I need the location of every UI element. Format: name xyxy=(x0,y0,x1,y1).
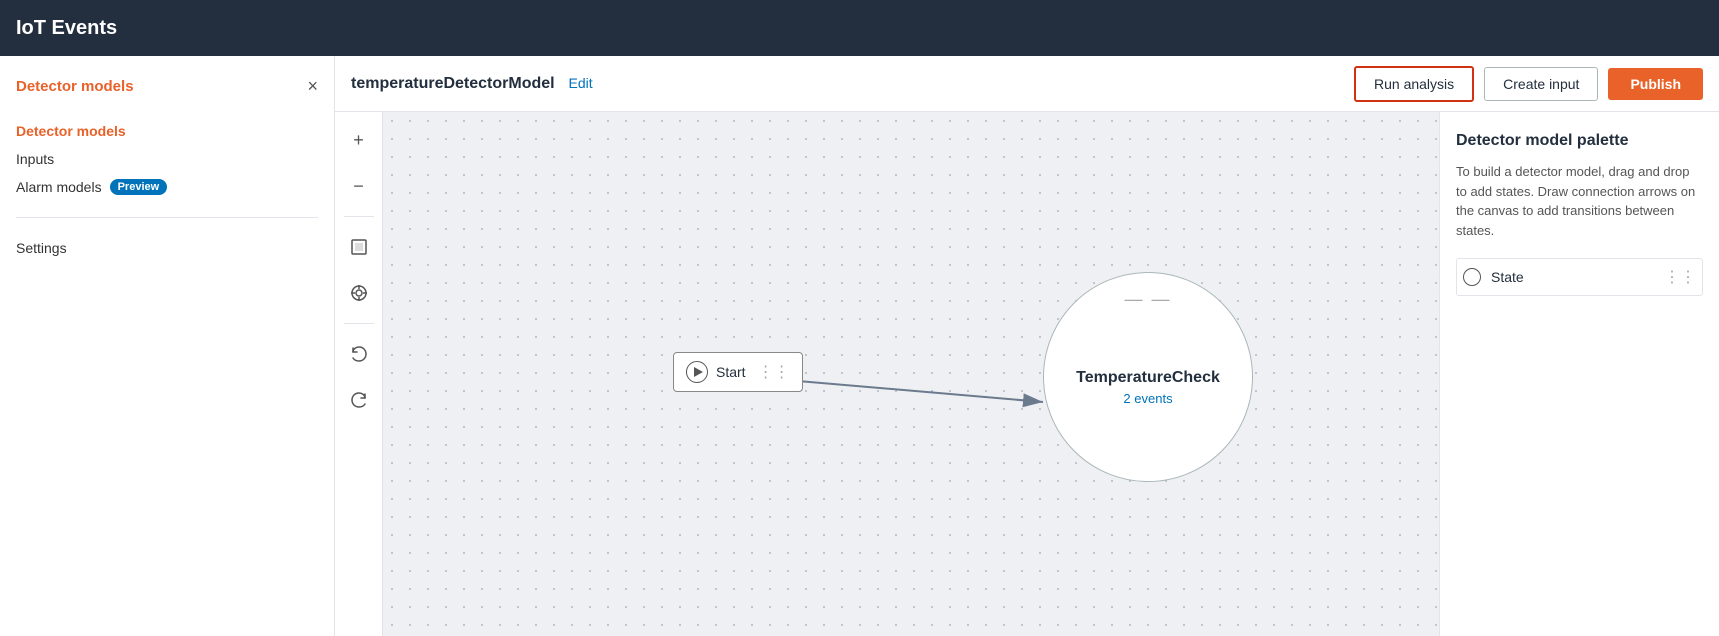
settings-label: Settings xyxy=(16,240,67,256)
main-layout: Detector models × Detector models Inputs… xyxy=(0,56,1719,636)
state-node-handle: — — xyxy=(1124,289,1171,310)
sidebar-item-inputs[interactable]: Inputs xyxy=(16,145,318,173)
target-icon xyxy=(350,284,368,302)
create-input-button[interactable]: Create input xyxy=(1484,67,1598,101)
sidebar-title: Detector models xyxy=(16,78,134,95)
sidebar-item-settings[interactable]: Settings xyxy=(16,234,318,262)
state-node[interactable]: — — TemperatureCheck 2 events xyxy=(1043,272,1253,482)
redo-icon xyxy=(350,391,368,409)
sidebar: Detector models × Detector models Inputs… xyxy=(0,56,335,636)
content-area: temperatureDetectorModel Edit Run analys… xyxy=(335,56,1719,636)
state-node-name: TemperatureCheck xyxy=(1076,369,1220,387)
undo-icon xyxy=(350,345,368,363)
sidebar-header: Detector models × xyxy=(16,76,318,97)
redo-button[interactable] xyxy=(343,384,375,416)
target-button[interactable] xyxy=(343,277,375,309)
model-name: temperatureDetectorModel xyxy=(351,75,555,92)
fit-icon xyxy=(350,238,368,256)
palette-drag-icon: ⋮⋮ xyxy=(1664,267,1696,287)
palette-state-label: State xyxy=(1491,269,1654,285)
palette-state-item[interactable]: State ⋮⋮ xyxy=(1456,258,1703,296)
zoom-out-button[interactable]: − xyxy=(343,170,375,202)
canvas-arrow-svg xyxy=(383,112,1439,636)
state-node-events[interactable]: 2 events xyxy=(1123,391,1172,406)
inputs-label: Inputs xyxy=(16,151,54,167)
top-bar: IoT Events xyxy=(0,0,1719,56)
start-play-icon xyxy=(686,361,708,383)
content-header: temperatureDetectorModel Edit Run analys… xyxy=(335,56,1719,112)
palette-state-radio-icon xyxy=(1463,268,1481,286)
start-node[interactable]: Start ⋮⋮ xyxy=(673,352,803,392)
edit-link[interactable]: Edit xyxy=(569,75,593,91)
zoom-in-button[interactable]: + xyxy=(343,124,375,156)
toolbar-divider-1 xyxy=(344,216,374,217)
canvas[interactable]: Start ⋮⋮ — — TemperatureCheck 2 events xyxy=(383,112,1439,636)
canvas-toolbar: + − xyxy=(335,112,383,636)
palette-title: Detector model palette xyxy=(1456,132,1703,150)
undo-button[interactable] xyxy=(343,338,375,370)
detector-models-label: Detector models xyxy=(16,123,126,139)
sidebar-divider xyxy=(16,217,318,218)
sidebar-item-detector-models[interactable]: Detector models xyxy=(16,117,318,145)
run-analysis-button[interactable]: Run analysis xyxy=(1354,66,1474,102)
sidebar-item-alarm-models[interactable]: Alarm models Preview xyxy=(16,173,318,201)
close-button[interactable]: × xyxy=(307,76,318,97)
preview-badge: Preview xyxy=(110,179,168,195)
header-actions: Run analysis Create input Publish xyxy=(1354,66,1703,102)
alarm-models-label: Alarm models xyxy=(16,179,102,195)
start-node-handle: ⋮⋮ xyxy=(758,362,790,382)
model-name-row: temperatureDetectorModel Edit xyxy=(351,75,593,93)
app-title: IoT Events xyxy=(16,17,117,40)
canvas-palette-row: + − xyxy=(335,112,1719,636)
start-node-label: Start xyxy=(716,364,746,380)
palette-description: To build a detector model, drag and drop… xyxy=(1456,162,1703,240)
palette-panel: Detector model palette To build a detect… xyxy=(1439,112,1719,636)
toolbar-divider-2 xyxy=(344,323,374,324)
publish-button[interactable]: Publish xyxy=(1608,68,1703,100)
fit-button[interactable] xyxy=(343,231,375,263)
